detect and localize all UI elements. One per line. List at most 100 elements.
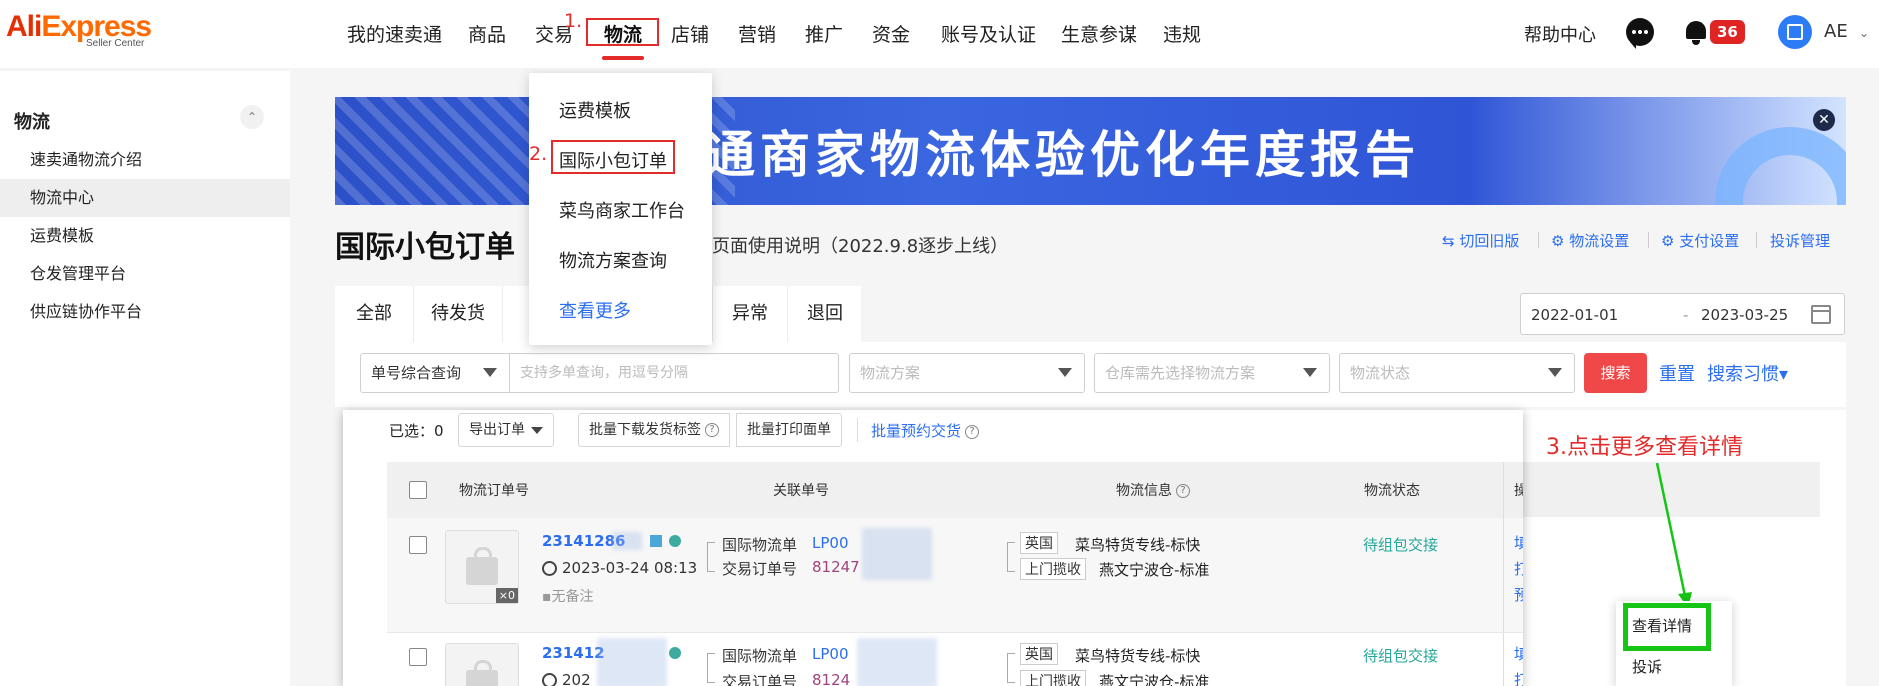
end-date[interactable]: 2023-03-25: [1701, 306, 1788, 324]
start-date[interactable]: 2022-01-01: [1531, 306, 1618, 324]
dropdown-item-logistics-plan-query[interactable]: 物流方案查询: [559, 247, 667, 273]
dropdown-item-cainiao-workbench[interactable]: 菜鸟商家工作台: [559, 197, 685, 223]
warehouse-placeholder: 仓库需先选择物流方案: [1105, 364, 1256, 382]
dropdown-item-view-more[interactable]: 查看更多: [559, 297, 631, 323]
query-type-select[interactable]: 单号综合查询: [360, 353, 510, 393]
batch-reserve-link[interactable]: 批量预约交货?: [871, 420, 980, 441]
help-center-link[interactable]: 帮助中心: [1524, 21, 1596, 47]
user-name[interactable]: AE: [1824, 21, 1848, 42]
order-memo-text: 无备注: [551, 589, 594, 605]
chevron-down-icon: [531, 426, 543, 434]
table-header: 物流订单号 关联单号 物流信息? 物流状态 操作: [387, 462, 1523, 518]
column-related-order: 关联单号: [773, 483, 829, 499]
batch-download-label: 批量下载发货标签: [589, 422, 701, 438]
warehouse-select[interactable]: 仓库需先选择物流方案: [1094, 353, 1330, 393]
search-habit-label: 搜索习惯: [1707, 364, 1779, 385]
pickup-tag: 上门揽收: [1020, 670, 1086, 686]
intl-logistics-label: 国际物流单: [722, 647, 798, 665]
chat-icon[interactable]: [1626, 18, 1654, 49]
gear-icon: ⚙: [1661, 232, 1680, 250]
nav-item-funds[interactable]: 资金: [872, 20, 910, 47]
banner-text: 通商家物流体验优化年度报告: [705, 126, 1420, 184]
sidebar-item-supply-chain[interactable]: 供应链协作平台: [0, 293, 290, 331]
nav-item-store[interactable]: 店铺: [671, 20, 709, 47]
link-divider: [1756, 232, 1757, 248]
collapse-chevron-icon[interactable]: ⌃: [240, 105, 264, 129]
logo-subtitle: Seller Center: [86, 38, 145, 49]
fill-shipping-notice-link[interactable]: 填写发货通知: [1514, 532, 1523, 553]
order-time: 2023-03-24 08:13: [562, 559, 698, 577]
trade-order-label: 交易订单号: [722, 560, 798, 578]
tab-exception[interactable]: 异常: [713, 286, 787, 342]
logistics-status-select[interactable]: 物流状态: [1339, 353, 1575, 393]
chevron-down-icon[interactable]: ⌄: [1859, 26, 1869, 40]
product-thumbnail[interactable]: ×0: [445, 530, 519, 604]
date-range-picker[interactable]: 2022-01-01 - 2023-03-25: [1520, 293, 1845, 335]
sidebar-item-logistics-intro[interactable]: 速卖通物流介绍: [0, 141, 290, 179]
fill-shipping-notice-link[interactable]: 填写发货通知: [1514, 643, 1523, 664]
nav-item-my-aliexpress[interactable]: 我的速卖通: [347, 20, 442, 47]
intl-logistics-number[interactable]: LP00: [812, 534, 849, 552]
nav-item-promotion[interactable]: 推广: [805, 20, 843, 47]
sidebar-item-logistics-center[interactable]: 物流中心: [0, 179, 290, 217]
column-divider: [1503, 633, 1504, 686]
batch-print-button[interactable]: 批量打印面单: [736, 413, 842, 447]
nav-item-account-verification[interactable]: 账号及认证: [941, 20, 1036, 47]
trade-order-number[interactable]: 8124: [812, 671, 850, 686]
complaint-management-link[interactable]: 投诉管理: [1770, 230, 1830, 251]
page-usage-link[interactable]: 页面使用说明（2022.9.8逐步上线）: [712, 232, 1008, 258]
dropdown-item-shipping-template[interactable]: 运费模板: [559, 97, 631, 123]
nav-item-products[interactable]: 商品: [468, 20, 506, 47]
link-divider: [1648, 232, 1649, 248]
order-query-input[interactable]: 支持多单查询，用逗号分隔: [509, 353, 839, 393]
export-orders-label: 导出订单: [469, 422, 525, 438]
print-label-link[interactable]: 打印面单(原发: [1514, 669, 1523, 686]
column-divider: [1503, 462, 1504, 518]
sidebar-item-shipping-template[interactable]: 运费模板: [0, 217, 290, 255]
print-label-link[interactable]: 打印面单(原发货标签): [1514, 558, 1523, 579]
calendar-icon[interactable]: [1811, 305, 1831, 324]
close-icon[interactable]: ✕: [1813, 109, 1835, 131]
row-checkbox[interactable]: [409, 536, 427, 554]
tab-returned[interactable]: 退回: [788, 286, 862, 342]
select-all-checkbox[interactable]: [409, 481, 427, 499]
nav-item-marketing[interactable]: 营销: [738, 20, 776, 47]
chevron-down-icon: [483, 368, 497, 377]
tab-to-ship[interactable]: 待发货: [414, 286, 502, 342]
row-bracket: [1007, 542, 1015, 572]
nav-item-business-advisor[interactable]: 生意参谋: [1061, 20, 1137, 47]
export-orders-button[interactable]: 导出订单: [458, 413, 554, 447]
order-memo[interactable]: ▪无备注: [542, 586, 594, 606]
nav-item-logistics[interactable]: 物流: [604, 20, 642, 47]
intl-logistics-number[interactable]: LP00: [812, 645, 849, 663]
dropdown-item-intl-parcel-orders[interactable]: 国际小包订单: [559, 147, 667, 173]
sidebar-item-warehouse-platform[interactable]: 仓发管理平台: [0, 255, 290, 293]
nav-item-violations[interactable]: 违规: [1163, 20, 1201, 47]
help-icon[interactable]: ?: [705, 423, 719, 437]
top-navigation-bar: AliExpress Seller Center 我的速卖通 商品 交易 1. …: [0, 0, 1879, 68]
row-checkbox[interactable]: [409, 648, 427, 666]
row-bracket: [707, 653, 715, 683]
logistics-settings-link[interactable]: ⚙ 物流设置: [1551, 230, 1629, 251]
reserve-delivery-link[interactable]: 预约交货: [1514, 584, 1523, 605]
search-button[interactable]: 搜索: [1584, 353, 1647, 393]
switch-old-version-link[interactable]: ⇆ 切回旧版: [1442, 230, 1519, 251]
store-avatar-icon[interactable]: [1778, 15, 1812, 49]
payment-settings-label: 支付设置: [1679, 232, 1740, 250]
logistics-status: 待组包交接: [1363, 647, 1439, 665]
tab-all[interactable]: 全部: [335, 286, 413, 342]
trade-order-number[interactable]: 81247: [812, 558, 860, 576]
bell-icon[interactable]: [1683, 18, 1709, 46]
product-thumbnail[interactable]: [445, 643, 519, 686]
logistics-order-number[interactable]: 231412: [542, 644, 605, 662]
help-icon[interactable]: ?: [965, 424, 980, 439]
country-tag: 英国: [1020, 643, 1058, 665]
help-icon[interactable]: ?: [1176, 484, 1190, 498]
memo-icon: ▪: [542, 589, 552, 605]
batch-download-labels-button[interactable]: 批量下载发货标签?: [578, 413, 730, 447]
complaint-menu-item[interactable]: 投诉: [1632, 656, 1662, 677]
payment-settings-link[interactable]: ⚙ 支付设置: [1661, 230, 1739, 251]
reset-link[interactable]: 重置: [1659, 360, 1695, 386]
logistics-plan-select[interactable]: 物流方案: [849, 353, 1085, 393]
search-habit-dropdown[interactable]: 搜索习惯▾: [1707, 360, 1788, 386]
